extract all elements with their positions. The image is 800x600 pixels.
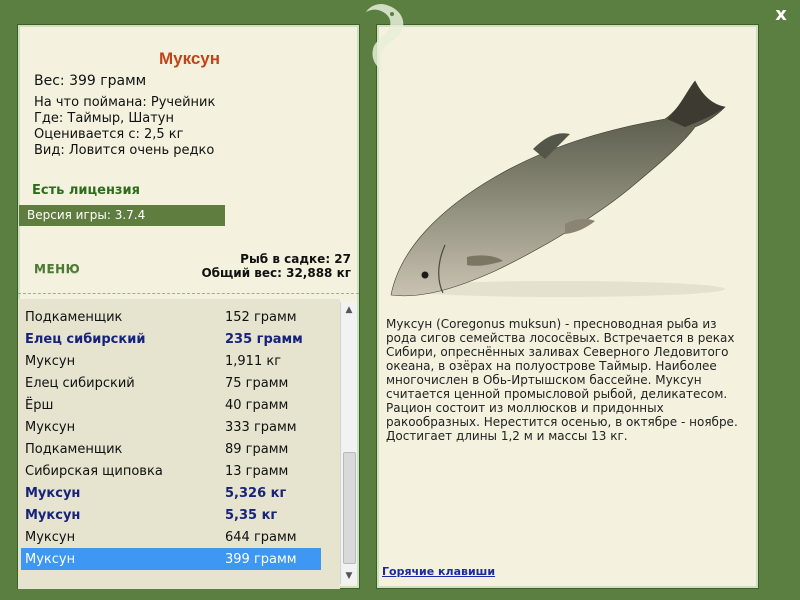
left-info-panel: Муксун Вес: 399 грамм На что поймана: Ру…	[17, 24, 360, 589]
scroll-down-icon[interactable]: ▼	[341, 568, 357, 584]
fish-title: Муксун	[158, 49, 221, 68]
catch-list[interactable]: Подкаменщик 152 грамм Елец сибирский 235 гр…	[18, 299, 340, 589]
catch-weight: 152 грамм	[225, 309, 297, 325]
fish-location: Где: Таймыр, Шатун	[34, 111, 175, 126]
catch-name: Елец сибирский	[25, 331, 146, 347]
catch-row[interactable]: Подкаменщик 89 грамм	[21, 438, 321, 460]
catch-weight: 89 грамм	[225, 441, 289, 457]
close-icon[interactable]: x	[770, 4, 792, 26]
catch-row[interactable]: Муксун 1,911 кг	[21, 350, 321, 372]
game-window-frame: Муксун Вес: 399 грамм На что поймана: Ру…	[0, 0, 800, 600]
catch-weight: 333 грамм	[225, 419, 297, 435]
catch-weight: 13 грамм	[225, 463, 289, 479]
catch-name: Сибирская щиповка	[25, 463, 163, 479]
fish-rarity: Вид: Ловится очень редко	[34, 143, 215, 158]
catch-weight: 644 грамм	[225, 529, 297, 545]
catch-name: Елец сибирский	[25, 375, 135, 391]
catch-stats: Рыб в садке: 27 Общий вес: 32,888 кг	[201, 252, 351, 280]
catch-row[interactable]: Ёрш 40 грамм	[21, 394, 321, 416]
catch-weight: 1,911 кг	[225, 353, 282, 369]
fish-count: Рыб в садке: 27	[240, 252, 351, 266]
catch-name: Муксун	[25, 419, 76, 435]
catch-weight: 5,35 кг	[225, 507, 278, 523]
catch-row[interactable]: Муксун 5,326 кг	[21, 482, 321, 504]
license-status: Есть лицензия	[32, 183, 140, 198]
catch-list-scrollbar[interactable]: ▲ ▼	[340, 302, 357, 584]
catch-row[interactable]: Муксун 333 грамм	[21, 416, 321, 438]
catch-weight: 5,326 кг	[225, 485, 287, 501]
catch-weight: 40 грамм	[225, 397, 289, 413]
catch-name: Ёрш	[25, 397, 54, 413]
catch-name: Подкаменщик	[25, 441, 123, 457]
fish-description: Муксун (Coregonus muksun) - пресноводная…	[386, 317, 738, 443]
catch-name: Муксун	[25, 507, 81, 523]
fish-image	[390, 80, 726, 297]
version-bar: Версия игры: 3.7.4	[19, 205, 225, 226]
catch-weight: 399 грамм	[225, 551, 297, 567]
catch-name: Муксун	[25, 551, 76, 567]
catch-row[interactable]: Муксун 5,35 кг	[21, 504, 321, 526]
fish-bait: На что поймана: Ручейник	[34, 95, 216, 110]
hotkeys-link[interactable]: Горячие клавиши	[382, 565, 495, 578]
catch-name: Муксун	[25, 529, 76, 545]
catch-weight: 235 грамм	[225, 331, 303, 347]
fish-logo-icon	[366, 4, 404, 72]
catch-name: Муксун	[25, 485, 81, 501]
scroll-thumb[interactable]	[343, 452, 356, 564]
fish-value: Оценивается с: 2,5 кг	[34, 127, 184, 142]
catch-row[interactable]: Елец сибирский 235 грамм	[21, 328, 321, 350]
catch-row[interactable]: Муксун 644 грамм	[21, 526, 321, 548]
right-detail-panel: Муксун (Coregonus muksun) - пресноводная…	[376, 24, 759, 589]
catch-name: Муксун	[25, 353, 76, 369]
catch-row[interactable]: Муксун 399 грамм	[21, 548, 321, 570]
menu-button[interactable]: МЕНЮ	[34, 262, 80, 276]
scroll-up-icon[interactable]: ▲	[341, 302, 357, 318]
catch-row[interactable]: Подкаменщик 152 грамм	[21, 306, 321, 328]
total-weight: Общий вес: 32,888 кг	[201, 266, 351, 280]
catch-name: Подкаменщик	[25, 309, 123, 325]
divider	[18, 293, 359, 294]
catch-weight: 75 грамм	[225, 375, 289, 391]
catch-row[interactable]: Сибирская щиповка 13 грамм	[21, 460, 321, 482]
catch-row[interactable]: Елец сибирский 75 грамм	[21, 372, 321, 394]
fish-weight: Вес: 399 грамм	[34, 73, 147, 89]
